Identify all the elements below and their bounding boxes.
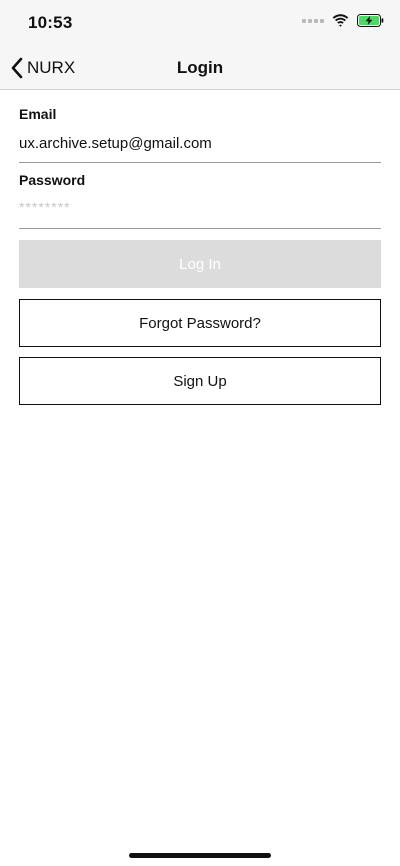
password-field[interactable]	[19, 198, 381, 216]
home-indicator[interactable]	[129, 853, 271, 858]
password-label: Password	[19, 172, 86, 188]
navigation-bar: NURX Login	[0, 48, 400, 90]
sign-up-button[interactable]: Sign Up	[19, 357, 381, 405]
email-label: Email	[19, 106, 57, 122]
status-bar: 10:53	[0, 0, 400, 48]
email-field[interactable]	[19, 133, 381, 153]
wifi-icon	[332, 14, 349, 27]
login-button[interactable]: Log In	[19, 240, 381, 288]
page-title: Login	[176, 58, 224, 77]
cellular-signal-icon	[302, 18, 324, 23]
status-time: 10:53	[28, 13, 73, 32]
email-underline	[19, 162, 381, 163]
battery-charging-icon	[357, 14, 384, 27]
forgot-password-button[interactable]: Forgot Password?	[19, 299, 381, 347]
password-underline	[19, 228, 381, 229]
status-icons	[302, 14, 384, 27]
